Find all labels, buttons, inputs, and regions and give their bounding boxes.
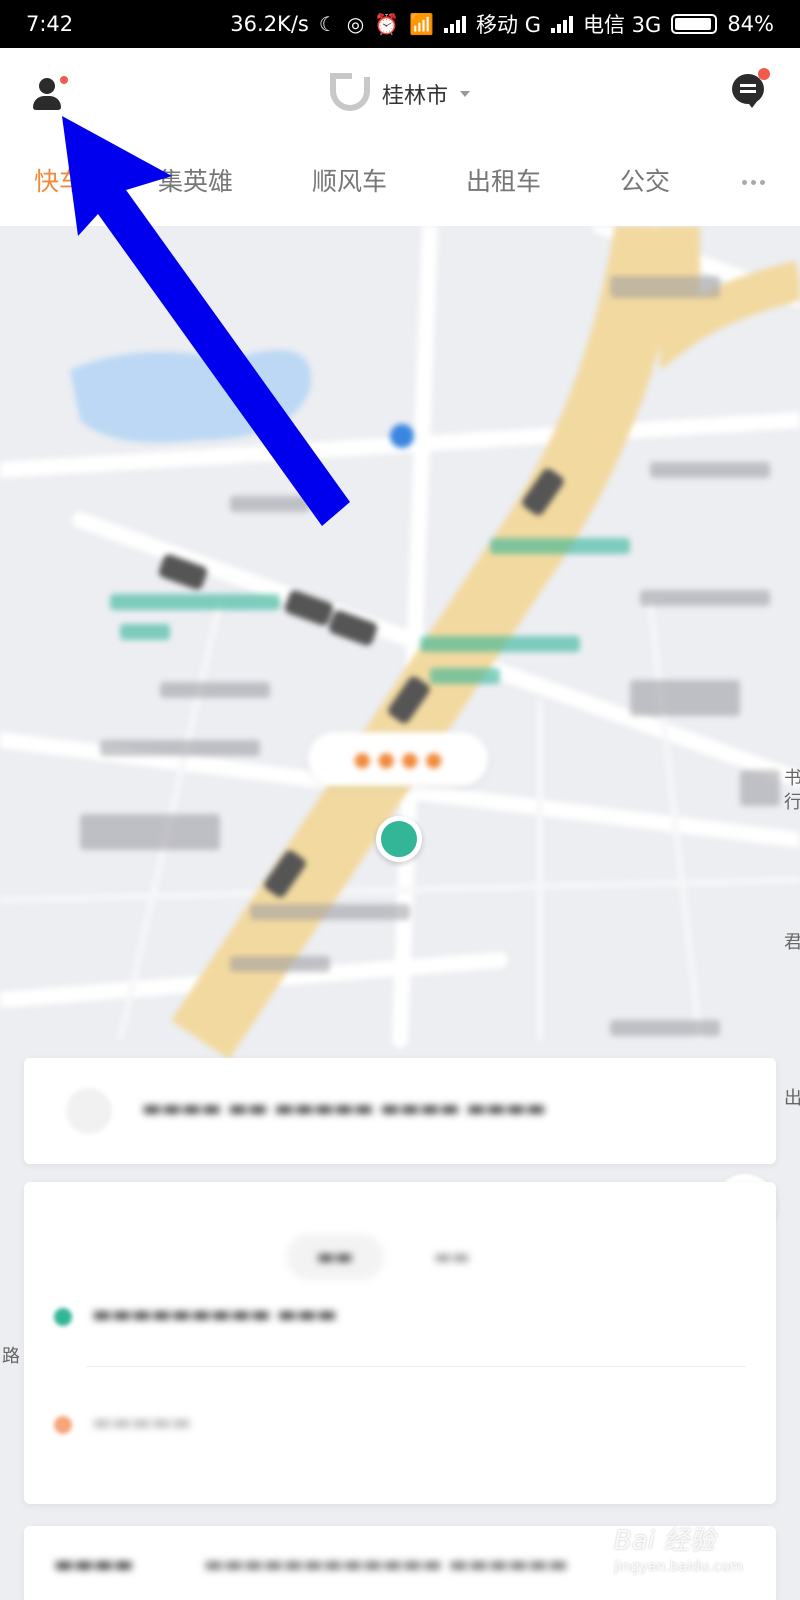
ride-later-tab[interactable]: ▬▬ bbox=[434, 1234, 470, 1280]
tab-express[interactable]: 快车 bbox=[34, 162, 84, 198]
city-selector[interactable]: 桂林市 bbox=[330, 73, 471, 114]
pickup-pin-icon[interactable] bbox=[376, 816, 422, 862]
destination-dot-icon bbox=[54, 1416, 72, 1434]
notification-dot bbox=[758, 68, 770, 80]
user-icon bbox=[39, 78, 55, 94]
notice-text: ▬▬▬▬ ▬▬ ▬▬▬▬▬ ▬▬▬▬ ▬▬▬▬ bbox=[142, 1096, 546, 1120]
app-header: 桂林市 快车 集英雄 顺风车 出租车 公交 bbox=[0, 48, 800, 226]
status-bar: 7:42 36.2K/s ☾ ◎ ⏰ 📶 移动 G 电信 3G 84% bbox=[0, 0, 800, 48]
origin-field[interactable]: ▬▬▬▬▬▬▬▬▬ ▬▬▬ bbox=[92, 1302, 337, 1326]
service-tabs: 快车 集英雄 顺风车 出租车 公交 bbox=[0, 158, 800, 208]
message-button[interactable] bbox=[732, 68, 770, 110]
tab-carpool[interactable]: 顺风车 bbox=[312, 162, 387, 198]
origin-dot-icon bbox=[54, 1308, 72, 1326]
caret-down-icon bbox=[460, 91, 471, 97]
map-edge-label: 君 bbox=[784, 932, 800, 953]
map-edge-label: 书 bbox=[784, 768, 800, 789]
trip-card: ▬▬ ▬▬ ▬▬▬▬▬▬▬▬▬ ▬▬▬ ▬▬▬▬▬ bbox=[24, 1182, 776, 1504]
carrier-1: 移动 G bbox=[476, 13, 541, 37]
didi-logo-icon bbox=[330, 73, 370, 111]
signal-icon bbox=[444, 15, 467, 33]
map-edge-label: 出 bbox=[784, 1088, 800, 1109]
city-name: 桂林市 bbox=[382, 84, 449, 109]
tab-heroes[interactable]: 集英雄 bbox=[158, 162, 233, 198]
network-speed: 36.2K/s bbox=[230, 12, 309, 36]
map-edge-label: 路 bbox=[2, 1346, 20, 1367]
map-edge-label: 行 bbox=[784, 792, 800, 813]
tab-bus[interactable]: 公交 bbox=[620, 162, 670, 198]
user-profile-button[interactable] bbox=[30, 76, 68, 116]
tab-taxi[interactable]: 出租车 bbox=[466, 162, 541, 198]
moon-icon: ☾ bbox=[318, 12, 337, 36]
destination-field[interactable]: ▬▬▬▬▬ bbox=[92, 1410, 191, 1434]
battery-percent: 84% bbox=[727, 12, 774, 36]
battery-icon bbox=[671, 14, 718, 34]
alarm-icon: ⏰ bbox=[374, 12, 400, 36]
carrier-2: 电信 3G bbox=[583, 13, 662, 37]
hotspot-icon: ◎ bbox=[346, 12, 365, 36]
notice-icon bbox=[66, 1088, 112, 1134]
pickup-label: ● ● ● ● bbox=[308, 732, 488, 786]
clock: 7:42 bbox=[26, 12, 74, 36]
promo-title: ▬▬▬▬ bbox=[54, 1552, 134, 1576]
notification-dot bbox=[60, 76, 68, 84]
ride-now-tab[interactable]: ▬▬ bbox=[286, 1234, 384, 1280]
wifi-icon: 📶 bbox=[409, 12, 435, 36]
divider bbox=[86, 1366, 746, 1367]
more-tabs-icon[interactable] bbox=[742, 180, 765, 185]
signal-icon bbox=[551, 15, 573, 33]
notice-card[interactable]: ▬▬▬▬ ▬▬ ▬▬▬▬▬ ▬▬▬▬ ▬▬▬▬ bbox=[24, 1058, 776, 1164]
promo-text: ▬▬▬▬▬▬▬▬▬▬▬▬ ▬▬▬▬▬▬ bbox=[204, 1552, 568, 1576]
baidu-jingyan-watermark: Bai 经验 jingyan.baidu.com bbox=[614, 1526, 744, 1575]
